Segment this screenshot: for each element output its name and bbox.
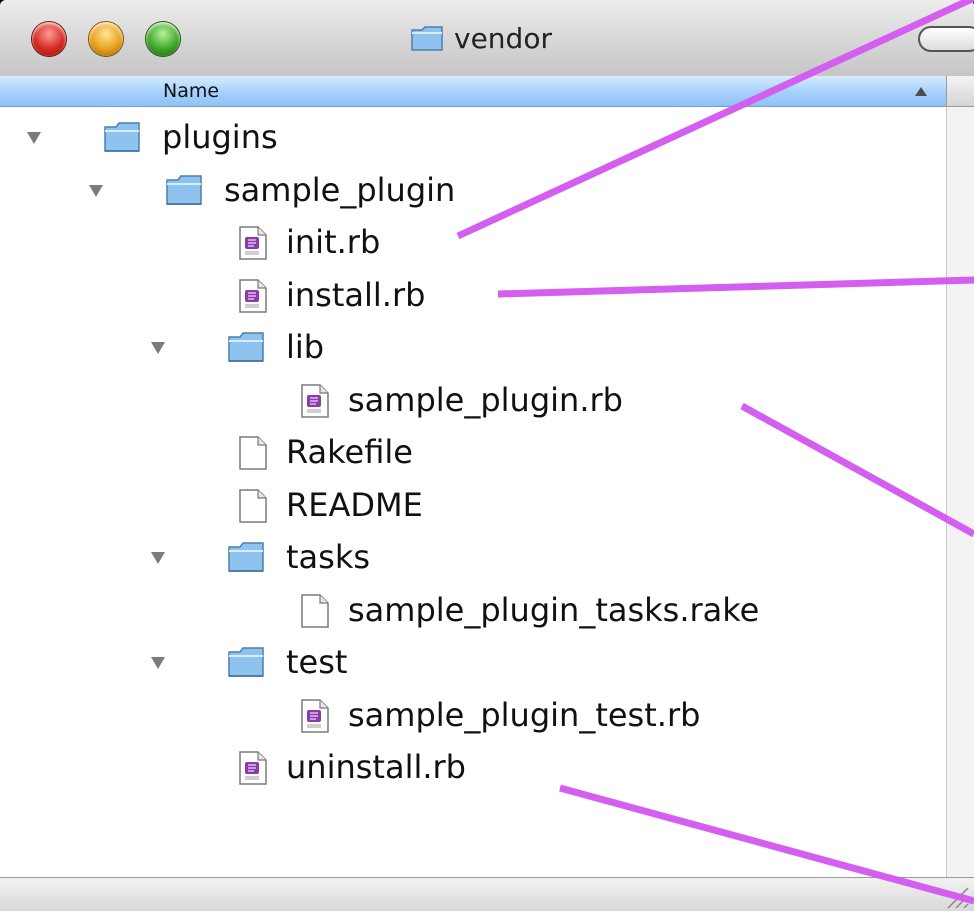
tree-item-label: sample_plugin.rb — [348, 380, 623, 419]
resize-grip-icon[interactable] — [930, 882, 970, 910]
tree-row-test[interactable]: test — [0, 637, 946, 689]
ruby-file-icon — [236, 750, 270, 790]
file-icon — [236, 488, 270, 528]
folder-icon — [102, 120, 142, 158]
tree-item-label: tasks — [286, 538, 371, 576]
tree-item-label: test — [286, 643, 348, 681]
disclosure-triangle-icon[interactable] — [151, 552, 165, 564]
folder-icon — [164, 173, 204, 211]
title-bar[interactable]: vendor — [0, 0, 974, 77]
disclosure-triangle-icon[interactable] — [151, 342, 165, 354]
minimize-button[interactable] — [89, 22, 123, 56]
file-tree: plugins sample_plugin init.rb install.rb lib… — [0, 107, 946, 877]
folder-icon — [226, 540, 266, 578]
zoom-button[interactable] — [146, 22, 180, 56]
tree-item-label: sample_plugin_test.rb — [348, 695, 701, 734]
close-button[interactable] — [32, 22, 66, 56]
tree-item-label: lib — [286, 328, 325, 366]
tree-row-sample-plugin-test-rb[interactable]: sample_plugin_test.rb — [0, 690, 946, 742]
tree-row-plugins[interactable]: plugins — [0, 112, 946, 164]
window-title: vendor — [454, 21, 552, 55]
tree-row-tasks[interactable]: tasks — [0, 532, 946, 584]
disclosure-triangle-icon[interactable] — [151, 657, 165, 669]
tree-item-label: sample_plugin — [224, 170, 456, 209]
ruby-file-icon — [236, 278, 270, 318]
tree-row-sample-plugin-rb[interactable]: sample_plugin.rb — [0, 375, 946, 427]
disclosure-triangle-icon[interactable] — [27, 132, 41, 144]
tree-item-label: sample_plugin_tasks.rake — [348, 590, 760, 629]
tree-row-install-rb[interactable]: install.rb — [0, 270, 946, 322]
tree-row-rakefile[interactable]: Rakefile — [0, 427, 946, 479]
column-header-spacer — [946, 76, 974, 107]
tree-item-label: Rakefile — [286, 433, 413, 471]
ruby-file-icon — [236, 225, 270, 265]
ruby-file-icon — [298, 383, 332, 423]
file-icon — [236, 435, 270, 475]
disclosure-triangle-icon[interactable] — [89, 184, 103, 197]
toolbar-toggle-button[interactable] — [918, 26, 974, 52]
tree-item-label: uninstall.rb — [286, 748, 466, 786]
vertical-scrollbar[interactable] — [946, 107, 974, 877]
tree-row-lib[interactable]: lib — [0, 322, 946, 374]
finder-window: vendor Name plugins sample_plugin init.rb i… — [0, 0, 974, 911]
column-header-label: Name — [163, 80, 220, 102]
status-bar — [0, 877, 974, 911]
folder-icon — [226, 645, 266, 683]
tree-row-readme[interactable]: README — [0, 480, 946, 532]
file-icon — [298, 593, 332, 633]
tree-item-label: plugins — [162, 118, 278, 156]
tree-row-uninstall-rb[interactable]: uninstall.rb — [0, 742, 946, 794]
tree-item-label: install.rb — [286, 275, 426, 314]
tree-row-sample-plugin-tasks-rake[interactable]: sample_plugin_tasks.rake — [0, 585, 946, 637]
ruby-file-icon — [298, 698, 332, 738]
column-header-name[interactable]: Name — [0, 76, 946, 107]
folder-icon — [411, 26, 443, 51]
tree-row-sample-plugin[interactable]: sample_plugin — [0, 165, 946, 217]
window-title-group: vendor — [410, 18, 552, 58]
tree-item-label: init.rb — [286, 223, 381, 261]
tree-item-label: README — [286, 485, 423, 524]
sort-ascending-icon — [915, 87, 927, 96]
folder-icon — [226, 330, 266, 368]
tree-row-init-rb[interactable]: init.rb — [0, 217, 946, 269]
